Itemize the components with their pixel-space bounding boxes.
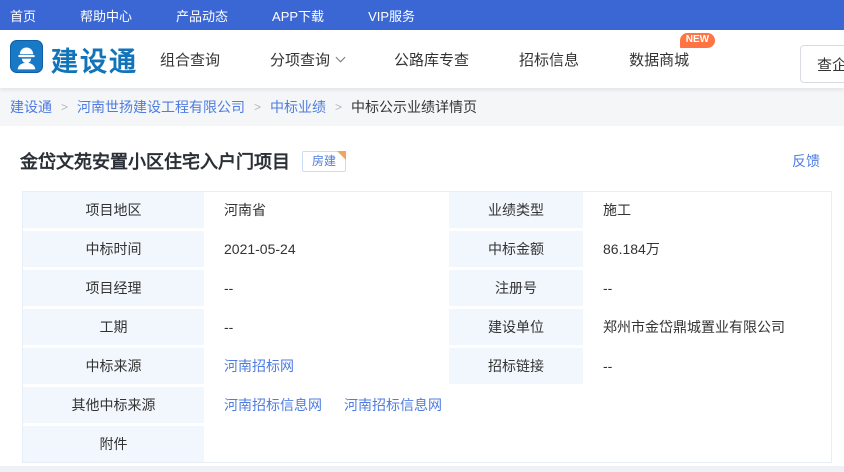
brand-name: 建设通 <box>51 40 138 79</box>
value-project-manager: -- <box>208 270 445 306</box>
search-company-button[interactable]: 查企业 <box>800 45 844 83</box>
worker-logo-icon <box>10 40 43 78</box>
nav-item-tender-info[interactable]: 招标信息 <box>519 49 579 70</box>
nav-item-label: 分项查询 <box>270 49 330 70</box>
value-tender-link: -- <box>587 348 831 384</box>
label-project-region: 项目地区 <box>23 192 204 228</box>
category-tag-label: 房建 <box>312 154 336 168</box>
topbar-item-vip-service[interactable]: VIP服务 <box>368 6 415 25</box>
label-construction-unit: 建设单位 <box>449 309 583 345</box>
breadcrumb-current-page: 中标公示业绩详情页 <box>351 97 477 117</box>
bid-source-link[interactable]: 河南招标网 <box>224 356 294 376</box>
detail-card: 金岱文苑安置小区住宅入户门项目 房建 反馈 项目地区 河南省 业绩类型 施工 中… <box>0 126 844 466</box>
label-other-bid-sources: 其他中标来源 <box>23 387 204 423</box>
label-tender-link: 招标链接 <box>449 348 583 384</box>
value-project-region: 河南省 <box>208 192 445 228</box>
category-tag: 房建 <box>302 151 346 172</box>
label-construction-period: 工期 <box>23 309 204 345</box>
nav-item-label: 组合查询 <box>160 49 220 70</box>
breadcrumb-separator: > <box>335 100 342 114</box>
label-registration-number: 注册号 <box>449 270 583 306</box>
main-header: 建设通 组合查询 分项查询 公路库专查 招标信息 数据商城 NEW 查企业 <box>0 30 844 88</box>
new-badge: NEW <box>680 33 715 48</box>
breadcrumb: 建设通 > 河南世扬建设工程有限公司 > 中标业绩 > 中标公示业绩详情页 <box>0 88 844 126</box>
value-bid-amount: 86.184万 <box>587 231 831 267</box>
label-bid-amount: 中标金额 <box>449 231 583 267</box>
top-utility-bar: 首页 帮助中心 产品动态 APP下载 VIP服务 <box>0 0 844 30</box>
project-detail-table: 项目地区 河南省 业绩类型 施工 中标时间 2021-05-24 中标金额 86… <box>22 191 832 463</box>
breadcrumb-link-home[interactable]: 建设通 <box>10 97 52 117</box>
value-construction-unit: 郑州市金岱鼎城置业有限公司 <box>587 309 831 345</box>
breadcrumb-link-bid-performance[interactable]: 中标业绩 <box>270 97 326 117</box>
value-bid-date: 2021-05-24 <box>208 231 445 267</box>
nav-item-label: 招标信息 <box>519 49 579 70</box>
value-construction-period: -- <box>208 309 445 345</box>
nav-item-data-mall[interactable]: 数据商城 NEW <box>629 49 689 70</box>
chevron-down-icon <box>336 53 346 63</box>
topbar-item-app-download[interactable]: APP下载 <box>272 6 324 25</box>
page-title: 金岱文苑安置小区住宅入户门项目 <box>20 148 290 174</box>
label-bid-source: 中标来源 <box>23 348 204 384</box>
topbar-item-help-center[interactable]: 帮助中心 <box>80 6 132 25</box>
breadcrumb-separator: > <box>61 100 68 114</box>
title-row: 金岱文苑安置小区住宅入户门项目 房建 反馈 <box>0 126 844 174</box>
other-bid-source-link[interactable]: 河南招标信息网 <box>344 395 442 415</box>
value-attachment <box>208 426 831 462</box>
nav-item-highway-db-query[interactable]: 公路库专查 <box>394 49 469 70</box>
nav-item-combined-query[interactable]: 组合查询 <box>160 49 220 70</box>
value-registration-number: -- <box>587 270 831 306</box>
breadcrumb-separator: > <box>254 100 261 114</box>
label-bid-date: 中标时间 <box>23 231 204 267</box>
label-attachment: 附件 <box>23 426 204 462</box>
label-project-manager: 项目经理 <box>23 270 204 306</box>
breadcrumb-link-company[interactable]: 河南世扬建设工程有限公司 <box>77 97 245 117</box>
nav-item-label: 公路库专查 <box>394 49 469 70</box>
topbar-item-home[interactable]: 首页 <box>10 6 36 25</box>
corner-fold-icon <box>337 151 346 160</box>
nav-item-label: 数据商城 <box>629 49 689 70</box>
topbar-item-product-news[interactable]: 产品动态 <box>176 6 228 25</box>
value-performance-type: 施工 <box>587 192 831 228</box>
nav-item-itemized-query[interactable]: 分项查询 <box>270 49 344 70</box>
value-bid-source: 河南招标网 <box>208 348 445 384</box>
main-nav: 组合查询 分项查询 公路库专查 招标信息 数据商城 NEW <box>160 49 689 70</box>
value-other-bid-sources: 河南招标信息网 河南招标信息网 <box>208 387 831 423</box>
label-performance-type: 业绩类型 <box>449 192 583 228</box>
other-bid-source-link[interactable]: 河南招标信息网 <box>224 395 322 415</box>
brand-logo[interactable]: 建设通 <box>10 40 138 79</box>
feedback-link[interactable]: 反馈 <box>792 151 820 171</box>
